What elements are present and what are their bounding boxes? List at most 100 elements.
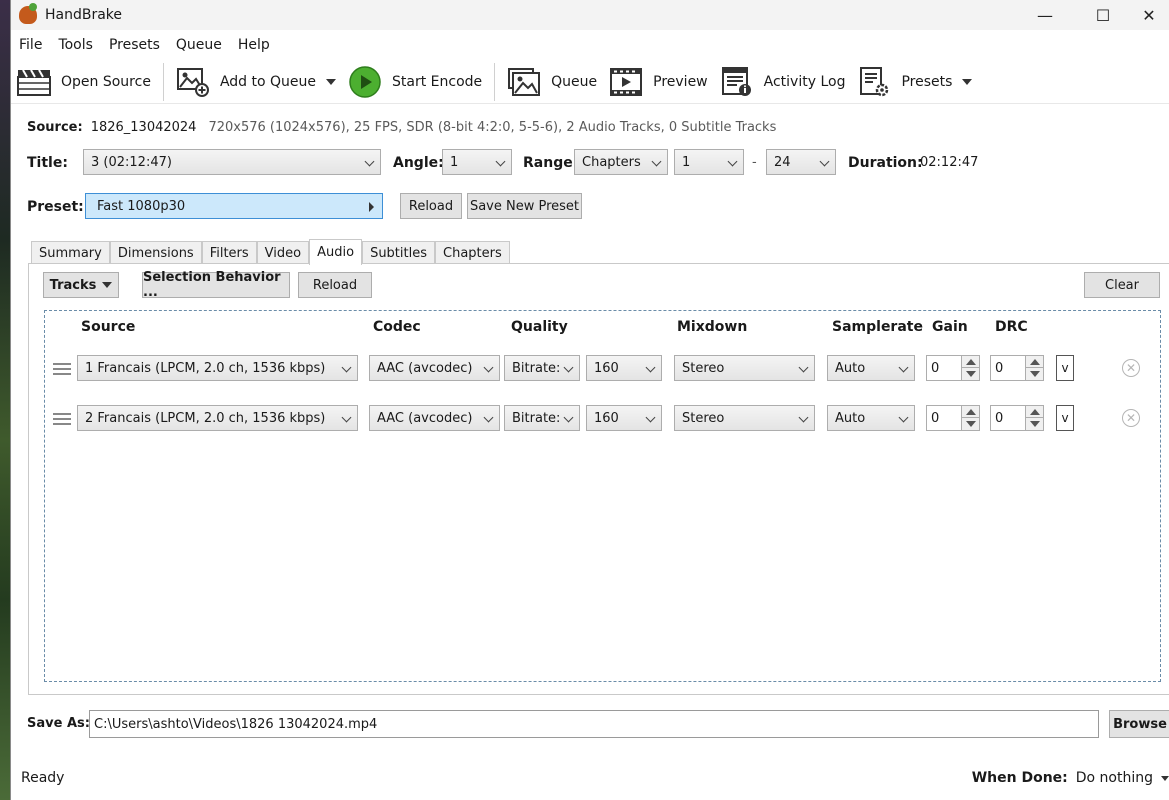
source-info: 720x576 (1024x576), 25 FPS, SDR (8-bit 4…	[208, 120, 777, 135]
maximize-button[interactable]: ☐	[1080, 0, 1126, 30]
save-as-path-input[interactable]: C:\Users\ashto\Videos\1826 13042024.mp4	[89, 710, 1099, 738]
activity-log-label: Activity Log	[763, 73, 846, 90]
close-button[interactable]: ✕	[1126, 0, 1169, 30]
tab-chapters[interactable]: Chapters	[435, 241, 510, 265]
when-done-label: When Done:	[971, 770, 1068, 786]
track-gain-stepper[interactable]: 0	[926, 405, 980, 431]
open-source-button[interactable]: Open Source	[11, 62, 157, 102]
clear-button[interactable]: Clear	[1084, 272, 1160, 298]
track-drc-stepper[interactable]: 0	[990, 405, 1044, 431]
presets-dropdown-icon[interactable]	[962, 78, 973, 85]
arrow-down-icon[interactable]	[1030, 421, 1040, 427]
selection-behavior-button[interactable]: Selection Behavior ...	[142, 270, 290, 300]
tab-dimensions[interactable]: Dimensions	[109, 241, 202, 265]
tab-audio[interactable]: Audio	[309, 239, 363, 265]
menu-presets[interactable]: Presets	[101, 37, 168, 53]
track-gain-stepper[interactable]: 0	[926, 355, 980, 381]
drag-handle-icon[interactable]	[53, 413, 71, 425]
menu-queue[interactable]: Queue	[168, 37, 230, 53]
track-quality-mode-select[interactable]: Bitrate:	[504, 405, 580, 431]
range-type-value: Chapters	[582, 154, 641, 170]
title-select[interactable]: 3 (02:12:47)	[83, 149, 381, 175]
column-header-gain: Gain	[932, 319, 968, 335]
when-done-dropdown-icon[interactable]	[1161, 775, 1169, 781]
add-image-icon	[176, 67, 210, 97]
track-samplerate-select[interactable]: Auto	[827, 355, 915, 381]
track-bitrate-select[interactable]: 160	[586, 405, 662, 431]
track-expand-toggle[interactable]: v	[1056, 405, 1074, 431]
track-samplerate-select[interactable]: Auto	[827, 405, 915, 431]
track-expand-toggle[interactable]: v	[1056, 355, 1074, 381]
range-type-select[interactable]: Chapters	[574, 149, 668, 175]
remove-track-icon[interactable]: ✕	[1122, 359, 1140, 377]
when-done-select[interactable]: Do nothing	[1076, 770, 1153, 786]
arrow-down-icon[interactable]	[966, 371, 976, 377]
tracks-button[interactable]: Tracks	[43, 272, 119, 298]
chevron-down-icon	[483, 412, 494, 423]
column-header-samplerate: Samplerate	[832, 319, 923, 335]
track-source-value: 2 Francais (LPCM, 2.0 ch, 1536 kbps)	[85, 410, 326, 426]
arrow-up-icon[interactable]	[1030, 359, 1040, 365]
track-codec-select[interactable]: AAC (avcodec)	[369, 405, 500, 431]
tab-subtitles[interactable]: Subtitles	[362, 241, 435, 265]
minimize-button[interactable]: —	[1022, 0, 1068, 30]
start-encode-button[interactable]: Start Encode	[342, 62, 488, 102]
preset-label: Preset:	[27, 199, 84, 215]
chevron-down-icon	[563, 362, 574, 373]
add-to-queue-button[interactable]: Add to Queue	[170, 62, 342, 102]
audio-reload-button[interactable]: Reload	[298, 272, 372, 298]
preview-button[interactable]: Preview	[603, 62, 714, 102]
arrow-down-icon[interactable]	[1030, 371, 1040, 377]
track-codec-select[interactable]: AAC (avcodec)	[369, 355, 500, 381]
audio-track-row: 1 Francais (LPCM, 2.0 ch, 1536 kbps) AAC…	[45, 355, 1160, 383]
track-drc-stepper[interactable]: 0	[990, 355, 1044, 381]
menu-file[interactable]: File	[11, 37, 50, 53]
menu-help[interactable]: Help	[230, 37, 278, 53]
arrow-down-icon[interactable]	[966, 421, 976, 427]
open-source-label: Open Source	[61, 73, 151, 90]
when-done-control: When Done: Do nothing	[972, 770, 1169, 786]
track-source-select[interactable]: 1 Francais (LPCM, 2.0 ch, 1536 kbps)	[77, 355, 358, 381]
add-to-queue-dropdown-icon[interactable]	[326, 78, 336, 85]
arrow-up-icon[interactable]	[966, 409, 976, 415]
arrow-up-icon[interactable]	[966, 359, 976, 365]
arrow-up-icon[interactable]	[1030, 409, 1040, 415]
duration-label: Duration:	[848, 155, 923, 171]
save-new-preset-button[interactable]: Save New Preset	[467, 193, 582, 219]
queue-button[interactable]: Queue	[501, 62, 603, 102]
chevron-down-icon	[819, 156, 830, 167]
tab-summary[interactable]: Summary	[31, 241, 110, 265]
track-drc-value: 0	[995, 360, 1004, 376]
tab-bar: Summary Dimensions Filters Video Audio S…	[31, 239, 510, 265]
save-as-label: Save As:	[27, 716, 90, 731]
preset-reload-button[interactable]: Reload	[400, 193, 462, 219]
track-bitrate-select[interactable]: 160	[586, 355, 662, 381]
presets-icon	[857, 66, 891, 97]
range-start-select[interactable]: 1	[674, 149, 744, 175]
activity-log-button[interactable]: Activity Log	[714, 62, 852, 102]
presets-button[interactable]: Presets	[851, 62, 978, 102]
title-label: Title:	[27, 155, 68, 171]
tab-video[interactable]: Video	[256, 241, 310, 265]
track-source-select[interactable]: 2 Francais (LPCM, 2.0 ch, 1536 kbps)	[77, 405, 358, 431]
browse-button[interactable]: Browse	[1109, 710, 1169, 738]
main-window: HandBrake — ☐ ✕ File Tools Presets Queue…	[10, 0, 1169, 800]
preset-select[interactable]: Fast 1080p30	[85, 193, 383, 219]
track-mixdown-select[interactable]: Stereo	[674, 355, 815, 381]
drag-handle-icon[interactable]	[53, 363, 71, 375]
queue-label: Queue	[551, 73, 598, 90]
range-end-select[interactable]: 24	[766, 149, 836, 175]
menu-tools[interactable]: Tools	[50, 37, 101, 53]
range-end-value: 24	[774, 154, 791, 170]
angle-select[interactable]: 1	[442, 149, 512, 175]
track-quality-mode-select[interactable]: Bitrate:	[504, 355, 580, 381]
handbrake-logo-icon	[19, 3, 37, 24]
chevron-down-icon	[364, 156, 375, 167]
remove-track-icon[interactable]: ✕	[1122, 409, 1140, 427]
track-codec-value: AAC (avcodec)	[377, 410, 473, 426]
chevron-down-icon	[651, 156, 662, 167]
toolbar-separator	[494, 62, 496, 101]
track-mixdown-select[interactable]: Stereo	[674, 405, 815, 431]
chevron-down-icon	[645, 412, 656, 423]
tab-filters[interactable]: Filters	[201, 241, 257, 265]
